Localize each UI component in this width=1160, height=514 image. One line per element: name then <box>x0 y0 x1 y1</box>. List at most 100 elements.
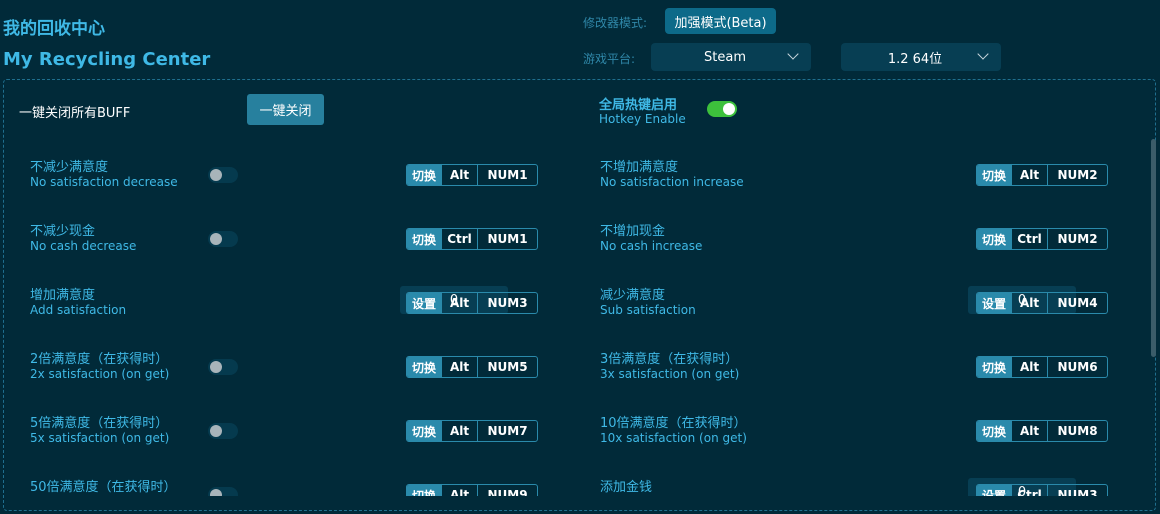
hotkey-modifier[interactable]: Ctrl <box>441 229 477 249</box>
cheat-name-cn: 3倍满意度（在获得时） <box>600 352 739 367</box>
hotkey-action[interactable]: 设置 <box>407 293 442 313</box>
cheat-name-cn: 10倍满意度（在获得时） <box>600 416 747 431</box>
platform-label: 游戏平台: <box>583 52 636 66</box>
hotkey-action[interactable]: 设置 <box>977 293 1012 313</box>
hotkey-modifier[interactable]: Alt <box>441 357 477 377</box>
hotkey-key[interactable]: NUM5 <box>477 357 537 377</box>
cheat-name-en: 10x satisfaction (on get) <box>600 431 747 445</box>
hotkey-key[interactable]: NUM1 <box>477 229 537 249</box>
cheat-toggle[interactable] <box>208 423 238 439</box>
cheat-row: 5倍满意度（在获得时） 5x satisfaction (on get) 切换 Alt… <box>30 412 550 452</box>
cheat-panel: 一键关闭所有BUFF 一键关闭 全局热键启用 Hotkey Enable 不减少… <box>3 79 1156 511</box>
cheat-name-cn: 不增加满意度 <box>600 160 679 175</box>
hotkey-modifier[interactable]: Alt <box>1011 165 1047 185</box>
hotkey-group[interactable]: 切换 Ctrl NUM1 <box>406 228 539 250</box>
cheat-row: 50倍满意度（在获得时） 切换 Alt NUM9 <box>30 476 550 496</box>
hotkey-modifier[interactable]: Alt <box>441 293 477 313</box>
hotkey-group[interactable]: 切换 Alt NUM8 <box>976 420 1109 442</box>
hotkey-action[interactable]: 切换 <box>977 421 1012 441</box>
hotkey-group[interactable]: 设置 Ctrl NUM3 <box>976 484 1109 496</box>
hotkey-group[interactable]: 切换 Alt NUM2 <box>976 164 1109 186</box>
hotkey-modifier[interactable]: Alt <box>441 485 477 496</box>
cheat-toggle[interactable] <box>208 167 238 183</box>
hotkey-action[interactable]: 切换 <box>977 357 1012 377</box>
hotkey-action[interactable]: 设置 <box>977 485 1012 496</box>
hotkey-group[interactable]: 切换 Ctrl NUM2 <box>976 228 1109 250</box>
version-select-value: 1.2 64位 <box>887 51 943 67</box>
cheat-row: 添加金钱 0 设置 Ctrl NUM3 <box>600 476 1120 496</box>
cheat-name-cn: 2倍满意度（在获得时） <box>30 352 169 367</box>
hotkey-key[interactable]: NUM2 <box>1047 165 1107 185</box>
cheat-row: 增加满意度 Add satisfaction 0 设置 Alt NUM3 <box>30 284 550 324</box>
hotkey-action[interactable]: 切换 <box>407 485 442 496</box>
cheat-row: 不减少满意度 No satisfaction decrease 切换 Alt NUM1 <box>30 156 550 196</box>
cheat-name-en: Add satisfaction <box>30 303 127 317</box>
hotkey-action[interactable]: 切换 <box>407 165 442 185</box>
hotkey-modifier[interactable]: Alt <box>441 165 477 185</box>
hotkey-action[interactable]: 切换 <box>977 229 1012 249</box>
cheat-name-cn: 不减少满意度 <box>30 160 109 175</box>
toggle-knob <box>210 361 222 373</box>
hotkey-group[interactable]: 切换 Alt NUM9 <box>406 484 539 496</box>
toggle-knob <box>210 489 222 496</box>
cheat-row: 不增加现金 No cash increase 切换 Ctrl NUM2 <box>600 220 1120 260</box>
cheat-row: 3倍满意度（在获得时） 3x satisfaction (on get) 切换 Alt… <box>600 348 1120 388</box>
toggle-knob <box>210 425 222 437</box>
toggle-knob <box>210 169 222 181</box>
hotkey-key[interactable]: NUM9 <box>477 485 537 496</box>
hotkey-action[interactable]: 切换 <box>407 421 442 441</box>
cheat-name-cn: 减少满意度 <box>600 288 666 303</box>
cheat-toggle[interactable] <box>208 231 238 247</box>
hotkey-action[interactable]: 切换 <box>407 229 442 249</box>
hotkey-action[interactable]: 切换 <box>407 357 442 377</box>
hotkey-key[interactable]: NUM4 <box>1047 293 1107 313</box>
hotkey-key[interactable]: NUM7 <box>477 421 537 441</box>
hotkey-group[interactable]: 切换 Alt NUM6 <box>976 356 1109 378</box>
hotkey-group[interactable]: 设置 Alt NUM4 <box>976 292 1109 314</box>
title-cn: 我的回收中心 <box>3 19 105 39</box>
toggle-knob <box>210 233 222 245</box>
cheat-row: 10倍满意度（在获得时） 10x satisfaction (on get) 切换 A… <box>600 412 1120 452</box>
hotkey-key[interactable]: NUM3 <box>477 293 537 313</box>
cheat-name-cn: 5倍满意度（在获得时） <box>30 416 169 431</box>
hotkey-group[interactable]: 切换 Alt NUM5 <box>406 356 539 378</box>
cheat-name-en: No cash decrease <box>30 239 137 253</box>
hotkey-key[interactable]: NUM2 <box>1047 229 1107 249</box>
cheat-name-cn: 添加金钱 <box>600 480 653 495</box>
hotkey-key[interactable]: NUM6 <box>1047 357 1107 377</box>
cheat-list: 不减少满意度 No satisfaction decrease 切换 Alt NUM1 不… <box>4 80 1155 496</box>
version-select[interactable]: 1.2 64位 <box>841 43 1001 71</box>
hotkey-modifier[interactable]: Ctrl <box>1011 485 1047 496</box>
mode-button[interactable]: 加强模式(Beta) <box>665 8 776 34</box>
hotkey-modifier[interactable]: Ctrl <box>1011 229 1047 249</box>
hotkey-modifier[interactable]: Alt <box>1011 293 1047 313</box>
cheat-name-en: No cash increase <box>600 239 703 253</box>
hotkey-group[interactable]: 设置 Alt NUM3 <box>406 292 539 314</box>
hotkey-key[interactable]: NUM1 <box>477 165 537 185</box>
hotkey-key[interactable]: NUM3 <box>1047 485 1107 496</box>
cheat-name-cn: 不增加现金 <box>600 224 666 239</box>
hotkey-modifier[interactable]: Alt <box>1011 421 1047 441</box>
scrollbar[interactable] <box>1151 139 1156 357</box>
cheat-name-cn: 增加满意度 <box>30 288 96 303</box>
cheat-name-en: No satisfaction increase <box>600 175 744 189</box>
cheat-toggle[interactable] <box>208 359 238 375</box>
hotkey-key[interactable]: NUM8 <box>1047 421 1107 441</box>
cheat-toggle[interactable] <box>208 487 238 496</box>
cheat-name-en: 5x satisfaction (on get) <box>30 431 170 445</box>
cheat-name-cn: 不减少现金 <box>30 224 96 239</box>
hotkey-modifier[interactable]: Alt <box>1011 357 1047 377</box>
chevron-down-icon <box>787 48 799 60</box>
cheat-name-en: 3x satisfaction (on get) <box>600 367 740 381</box>
hotkey-modifier[interactable]: Alt <box>441 421 477 441</box>
title-en: My Recycling Center <box>3 49 211 70</box>
cheat-row: 2倍满意度（在获得时） 2x satisfaction (on get) 切换 Alt… <box>30 348 550 388</box>
platform-select[interactable]: Steam <box>651 43 811 71</box>
cheat-row: 减少满意度 Sub satisfaction 0 设置 Alt NUM4 <box>600 284 1120 324</box>
cheat-row: 不增加满意度 No satisfaction increase 切换 Alt NUM2 <box>600 156 1120 196</box>
cheat-name-en: Sub satisfaction <box>600 303 696 317</box>
hotkey-group[interactable]: 切换 Alt NUM1 <box>406 164 539 186</box>
cheat-name-en: 2x satisfaction (on get) <box>30 367 170 381</box>
hotkey-group[interactable]: 切换 Alt NUM7 <box>406 420 539 442</box>
hotkey-action[interactable]: 切换 <box>977 165 1012 185</box>
